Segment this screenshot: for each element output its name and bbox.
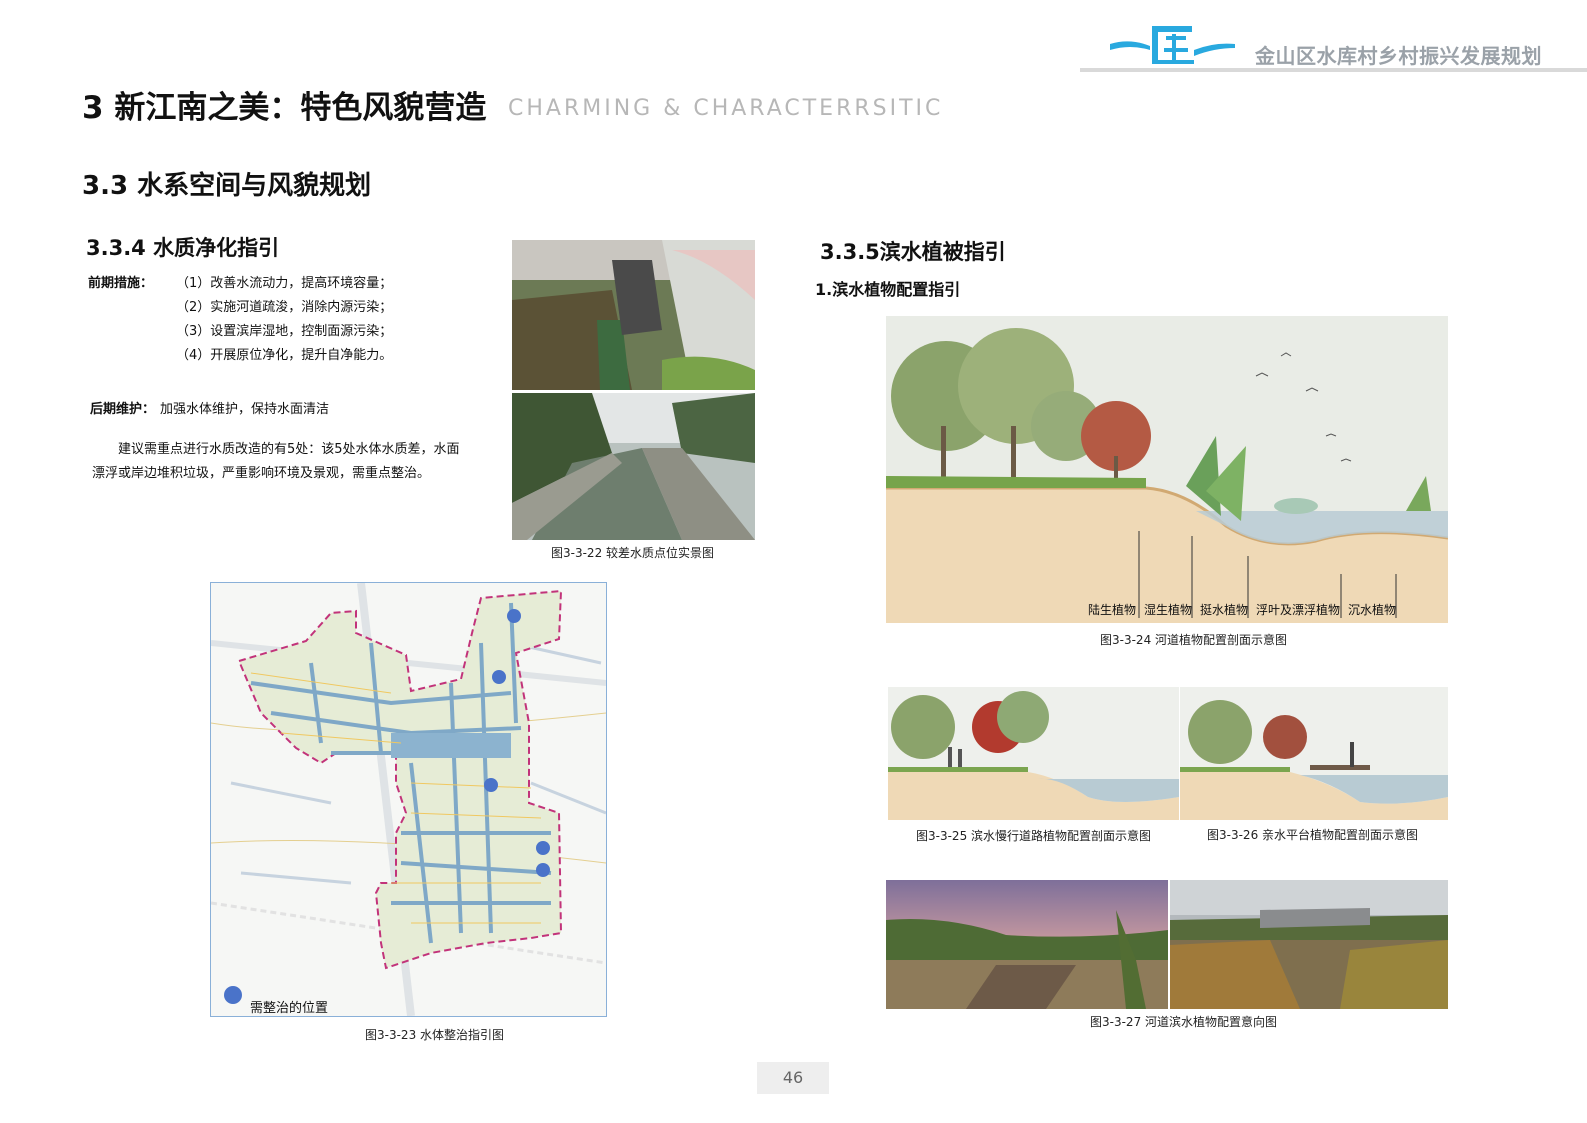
water-remediation-map [210, 582, 607, 1017]
waterfront-photo-wetland [1170, 880, 1448, 1009]
early-item-2: （2）实施河道疏浚，消除内源污染； [176, 300, 393, 315]
waterfront-vegetation-heading: 3.3.5滨水植被指引 [820, 240, 1006, 264]
early-item-3: （3）设置滨岸湿地，控制面源污染； [176, 324, 393, 339]
project-title: 金山区水库村乡村振兴发展规划 [1255, 44, 1542, 68]
label-land-plants: 陆生植物 [1088, 603, 1137, 617]
platform-section-diagram [1180, 687, 1448, 820]
brand-logo [1110, 26, 1235, 64]
water-purification-heading: 3.3.4 水质净化指引 [86, 236, 280, 260]
late-maintenance-text: 加强水体维护，保持水面清洁 [160, 402, 330, 417]
map-legend-label: 需整治的位置 [250, 1001, 329, 1016]
plant-configuration-subheading: 1.滨水植物配置指引 [815, 280, 961, 299]
early-item-4: （4）开展原位净化，提升自净能力。 [176, 348, 393, 363]
recommendation-paragraph: 建议需重点进行水质改造的有5处：该5处水体水质差，水面漂浮或岸边堆积垃圾，严重影… [92, 442, 460, 481]
remediation-marker[interactable] [484, 778, 498, 792]
label-emergent-plants: 挺水植物 [1200, 603, 1249, 617]
header-divider [1080, 68, 1587, 72]
late-maintenance-label: 后期维护： [90, 402, 156, 417]
page-title: 3 新江南之美：特色风貌营造 [82, 90, 487, 126]
legend-marker-icon [224, 986, 242, 1004]
remediation-marker[interactable] [536, 841, 550, 855]
caption-fig-26: 图3-3-26 亲水平台植物配置剖面示意图 [1207, 828, 1419, 842]
caption-fig-24: 图3-3-24 河道植物配置剖面示意图 [1100, 633, 1288, 647]
caption-fig-25: 图3-3-25 滨水慢行道路植物配置剖面示意图 [916, 829, 1152, 843]
caption-fig-27: 图3-3-27 河道滨水植物配置意向图 [1090, 1015, 1278, 1029]
remediation-marker[interactable] [507, 609, 521, 623]
map-caption: 图3-3-23 水体整治指引图 [365, 1028, 505, 1042]
remediation-marker[interactable] [492, 670, 506, 684]
label-floating-plants: 浮叶及漂浮植物 [1256, 603, 1341, 617]
page-number: 46 [782, 1068, 804, 1087]
polluted-channel-photo-1 [512, 240, 755, 390]
polluted-channel-photo-2 [512, 393, 755, 540]
early-measures-label: 前期措施： [88, 276, 154, 291]
early-item-1: （1）改善水流动力，提高环境容量； [176, 276, 393, 291]
photo-caption: 图3-3-22 较差水质点位实景图 [551, 546, 715, 560]
section-title: 3.3 水系空间与风貌规划 [82, 171, 372, 201]
page-subtitle: CHARMING & CHARACTERRSITIC [508, 96, 944, 121]
label-wet-plants: 湿生植物 [1144, 603, 1193, 617]
river-plant-section-diagram [886, 316, 1448, 623]
label-submerged-plants: 沉水植物 [1348, 603, 1397, 617]
waterfront-photo-dock [886, 880, 1168, 1009]
remediation-marker[interactable] [536, 863, 550, 877]
slow-path-section-diagram [888, 687, 1179, 820]
